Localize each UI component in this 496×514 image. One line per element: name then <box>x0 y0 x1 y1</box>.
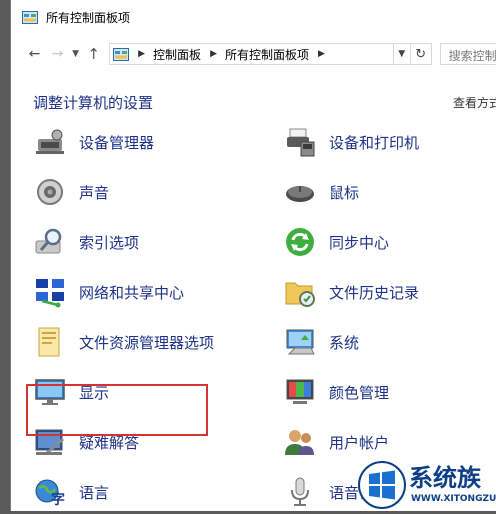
item-network-sharing-center[interactable]: 网络和共享中心 <box>33 270 184 314</box>
item-label[interactable]: 设备管理器 <box>79 132 154 153</box>
mouse-icon <box>286 186 314 202</box>
address-bar[interactable]: ▶ 控制面板 ▶ 所有控制面板项 ▶ <box>109 43 394 65</box>
item-label[interactable]: 同步中心 <box>329 232 389 253</box>
speaker-icon <box>37 179 63 205</box>
highlight-box <box>26 384 208 436</box>
arrow-left-icon: ← <box>28 46 41 62</box>
forward-button[interactable]: → <box>48 42 67 66</box>
control-panel-icon <box>113 47 130 61</box>
language-icon: 字 <box>35 479 65 508</box>
folder-options-icon <box>38 327 60 357</box>
page-heading: 调整计算机的设置 <box>33 94 154 112</box>
chevron-right-icon[interactable]: ▶ <box>138 49 145 59</box>
refresh-button[interactable]: ↻ <box>410 43 432 65</box>
title-bar: 所有控制面板项 <box>11 0 496 35</box>
printer-icon <box>287 128 315 157</box>
item-label[interactable]: 声音 <box>79 182 109 203</box>
control-panel-items: 设备管理器 声音 索引选项 网络和共享中心 文件资源管理器选项 显示 疑难解答 … <box>11 118 496 511</box>
breadcrumb-all-items[interactable]: 所有控制面板项 <box>225 46 309 63</box>
item-label[interactable]: 文件资源管理器选项 <box>79 332 214 353</box>
item-sync-center[interactable]: 同步中心 <box>283 220 389 264</box>
item-label[interactable]: 语言 <box>79 482 109 503</box>
chevron-right-icon[interactable]: ▶ <box>210 49 217 59</box>
color-management-icon <box>286 379 314 404</box>
sync-icon <box>286 228 314 256</box>
system-icon <box>286 329 315 355</box>
item-label[interactable]: 鼠标 <box>329 182 359 203</box>
arrow-up-icon: ↑ <box>87 45 100 63</box>
item-indexing-options[interactable]: 索引选项 <box>33 220 139 264</box>
item-sound[interactable]: 声音 <box>33 170 109 214</box>
chevron-right-icon[interactable]: ▶ <box>318 49 325 59</box>
item-color-management[interactable]: 颜色管理 <box>283 370 389 414</box>
svg-text:字: 字 <box>51 491 65 508</box>
item-label[interactable]: 文件历史记录 <box>329 282 419 303</box>
watermark-url: WWW.XITONGZU.COM <box>411 494 496 504</box>
indexing-icon <box>35 228 62 254</box>
network-icon <box>36 279 64 308</box>
up-button[interactable]: ↑ <box>84 42 103 66</box>
watermark: 系统族 WWW.XITONGZU.COM <box>357 458 496 511</box>
window-title: 所有控制面板项 <box>46 11 131 25</box>
item-file-history[interactable]: 文件历史记录 <box>283 270 419 314</box>
item-label[interactable]: 用户帐户 <box>329 432 389 453</box>
arrow-right-icon: → <box>51 46 64 62</box>
item-mouse[interactable]: 鼠标 <box>283 170 359 214</box>
chevron-down-icon: ▼ <box>72 49 79 59</box>
item-language[interactable]: 字 语言 <box>33 470 109 514</box>
breadcrumb-control-panel[interactable]: 控制面板 <box>153 46 201 63</box>
control-panel-app-icon <box>22 11 38 24</box>
windows-logo-icon <box>358 461 406 509</box>
device-manager-icon <box>36 129 64 154</box>
item-file-explorer-options[interactable]: 文件资源管理器选项 <box>33 320 214 364</box>
watermark-text: 系统族 <box>409 464 481 492</box>
file-history-icon <box>285 282 315 307</box>
chevron-down-icon: ▼ <box>398 49 406 59</box>
item-system[interactable]: 系统 <box>283 320 359 364</box>
recent-locations-button[interactable]: ▼ <box>69 42 82 66</box>
item-label[interactable]: 系统 <box>329 332 359 353</box>
item-label[interactable]: 索引选项 <box>79 232 139 253</box>
item-devices-printers[interactable]: 设备和打印机 <box>283 120 419 164</box>
microphone-icon <box>291 477 309 506</box>
address-dropdown-button[interactable]: ▼ <box>393 43 411 65</box>
back-button[interactable]: ← <box>25 42 44 66</box>
item-device-manager[interactable]: 设备管理器 <box>33 120 154 164</box>
navigation-bar: ← → ▼ ↑ ▶ 控制面板 ▶ 所有控制面板项 ▶ ▼ ↻ 搜索控制 <box>11 38 496 70</box>
item-label[interactable]: 设备和打印机 <box>329 132 419 153</box>
view-by-label[interactable]: 查看方式 <box>453 94 496 111</box>
refresh-icon: ↻ <box>415 46 427 62</box>
item-label[interactable]: 网络和共享中心 <box>79 282 184 303</box>
control-panel-window: 所有控制面板项 ← → ▼ ↑ ▶ 控制面板 ▶ 所有控制面板项 ▶ ▼ ↻ 搜… <box>10 0 496 511</box>
search-input[interactable]: 搜索控制 <box>439 43 496 65</box>
user-accounts-icon <box>285 430 314 455</box>
item-label[interactable]: 颜色管理 <box>329 382 389 403</box>
